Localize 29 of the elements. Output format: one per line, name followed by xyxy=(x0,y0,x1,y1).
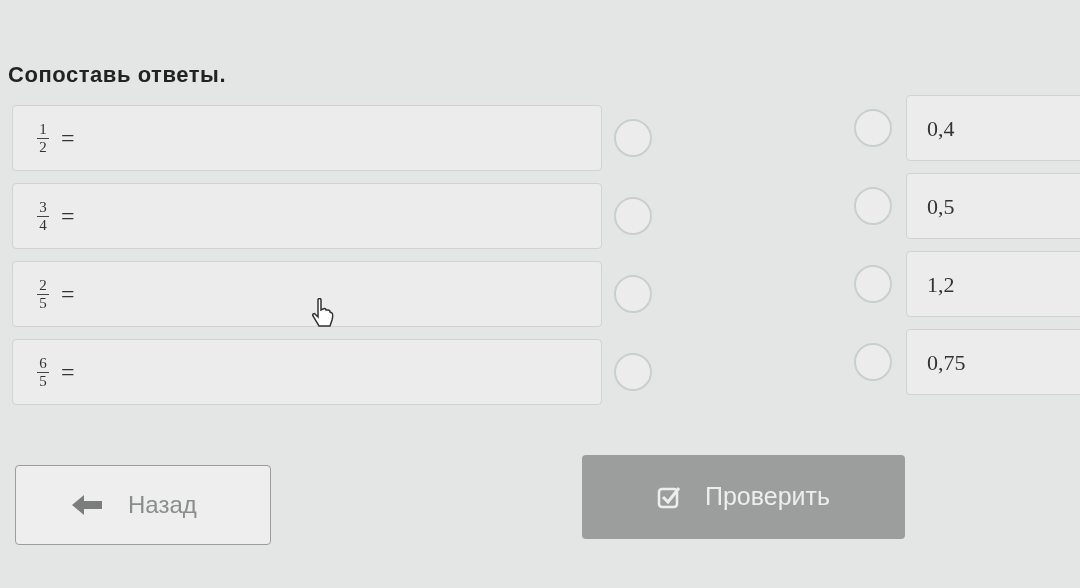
answer-card: 0,75 xyxy=(906,329,1080,395)
numerator: 2 xyxy=(39,276,47,294)
denominator: 5 xyxy=(39,372,47,390)
equals-sign: = xyxy=(61,280,75,309)
radio-button[interactable] xyxy=(854,187,892,225)
numerator: 1 xyxy=(39,120,47,138)
equals-sign: = xyxy=(61,358,75,387)
equals-sign: = xyxy=(61,202,75,231)
arrow-left-icon xyxy=(72,495,102,515)
back-button[interactable]: Назад xyxy=(15,465,271,545)
answer-card: 1,2 xyxy=(906,251,1080,317)
numerator: 6 xyxy=(39,354,47,372)
denominator: 4 xyxy=(39,216,47,234)
radio-button[interactable] xyxy=(854,265,892,303)
numerator: 3 xyxy=(39,198,47,216)
equals-sign: = xyxy=(61,124,75,153)
radio-button[interactable] xyxy=(614,197,652,235)
answer-card: 0,4 xyxy=(906,95,1080,161)
denominator: 2 xyxy=(39,138,47,156)
task-title: Сопоставь ответы. xyxy=(8,61,228,89)
radio-button[interactable] xyxy=(854,343,892,381)
radio-button[interactable] xyxy=(614,353,652,391)
checkbox-icon xyxy=(657,485,681,509)
radio-button[interactable] xyxy=(614,119,652,157)
answer-card: 0,5 xyxy=(906,173,1080,239)
radio-button[interactable] xyxy=(854,109,892,147)
hand-cursor-icon xyxy=(310,298,334,328)
denominator: 5 xyxy=(39,294,47,312)
radio-button[interactable] xyxy=(614,275,652,313)
